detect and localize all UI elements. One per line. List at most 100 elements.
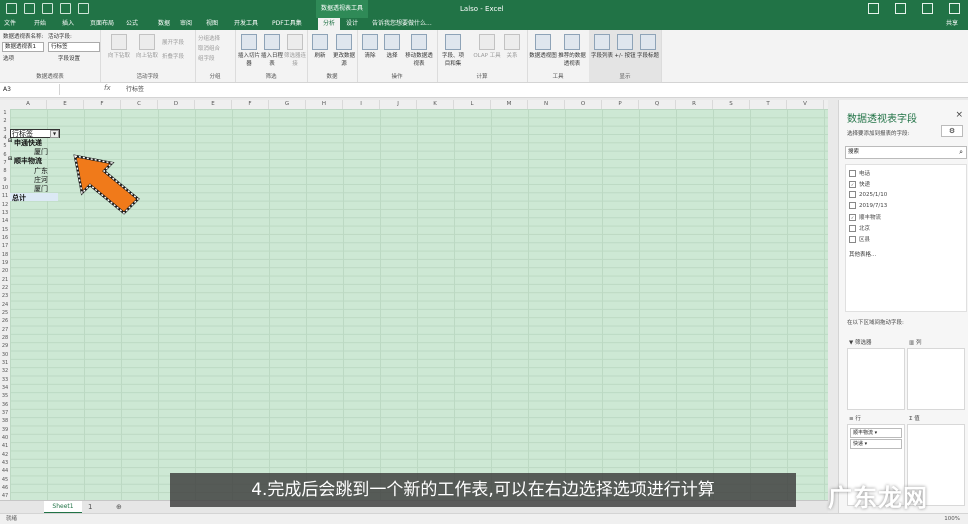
field-item[interactable]: 电话 — [849, 169, 870, 177]
column-header[interactable]: R — [676, 100, 713, 109]
close-icon[interactable] — [949, 3, 960, 14]
field-search-input[interactable]: 搜索 ⌕ — [845, 146, 967, 159]
tab-8[interactable]: 视图 — [206, 18, 218, 30]
tab-12[interactable]: 设计 — [346, 18, 358, 30]
row-header[interactable]: 28 — [0, 334, 10, 342]
row-header[interactable]: 26 — [0, 317, 10, 325]
row-header[interactable]: 12 — [0, 201, 10, 209]
clear-button[interactable]: 清除 — [359, 34, 381, 59]
formula-input[interactable]: 行标签 — [126, 84, 144, 95]
group-selection-button[interactable]: 分组选择 — [198, 34, 220, 42]
row-header[interactable]: 27 — [0, 326, 10, 334]
row-header[interactable]: 43 — [0, 459, 10, 467]
tab-1[interactable]: 文件 — [4, 18, 16, 30]
column-header[interactable]: H — [306, 100, 343, 109]
column-header[interactable]: T — [750, 100, 787, 109]
row-header[interactable]: 36 — [0, 401, 10, 409]
row-header[interactable]: 10 — [0, 184, 10, 192]
field-list-button[interactable]: 字段列表 — [591, 34, 613, 59]
checkbox-icon[interactable] — [849, 225, 856, 232]
row-header[interactable]: 17 — [0, 242, 10, 250]
pivot-item[interactable]: 厦门 — [34, 184, 48, 194]
column-header[interactable]: F — [232, 100, 269, 109]
row-header[interactable]: 14 — [0, 217, 10, 225]
search-icon[interactable]: ⌕ — [959, 147, 963, 158]
row-header[interactable]: 35 — [0, 392, 10, 400]
options-button[interactable]: 选项 — [3, 54, 14, 62]
sheet-tab-1[interactable]: 1 — [88, 501, 92, 513]
row-field-chip[interactable]: 顺丰物流 ▾ — [850, 428, 902, 438]
row-header[interactable]: 11 — [0, 192, 10, 200]
row-header[interactable]: 41 — [0, 442, 10, 450]
fx-icon[interactable]: fx — [104, 84, 111, 92]
row-header[interactable]: 34 — [0, 384, 10, 392]
row-header[interactable]: 24 — [0, 301, 10, 309]
row-header[interactable]: 23 — [0, 292, 10, 300]
column-header[interactable]: E — [47, 100, 84, 109]
active-field-input[interactable]: 行标签 — [48, 42, 100, 52]
column-header[interactable]: F — [84, 100, 121, 109]
row-header[interactable]: 25 — [0, 309, 10, 317]
row-header[interactable]: 30 — [0, 351, 10, 359]
checked-checkbox-icon[interactable]: ✓ — [849, 214, 856, 221]
checkbox-icon[interactable] — [849, 202, 856, 209]
insert-timeline-button[interactable]: 插入日程表 — [260, 34, 284, 67]
column-header[interactable]: L — [454, 100, 491, 109]
column-header[interactable]: K — [417, 100, 454, 109]
share-button[interactable]: 共享 — [946, 18, 958, 30]
row-header[interactable]: 16 — [0, 234, 10, 242]
expand-field-button[interactable]: 展开字段 — [162, 38, 184, 46]
tab-5[interactable]: 公式 — [126, 18, 138, 30]
collapse-field-button[interactable]: 折叠字段 — [162, 52, 184, 60]
field-item[interactable]: ✓ 顺丰物流 — [849, 213, 881, 221]
row-header[interactable]: 20 — [0, 267, 10, 275]
field-headers-button[interactable]: 字段标题 — [637, 34, 659, 59]
name-box[interactable]: A3 — [0, 84, 60, 95]
move-pivot-button[interactable]: 移动数据透视表 — [403, 34, 435, 67]
redo-icon[interactable] — [42, 3, 53, 14]
minimize-icon[interactable] — [895, 3, 906, 14]
checked-checkbox-icon[interactable]: ✓ — [849, 181, 856, 188]
column-header[interactable]: M — [491, 100, 528, 109]
row-field-chip[interactable]: 快递 ▾ — [850, 439, 902, 449]
collapse-icon[interactable]: ⊟ — [8, 156, 12, 162]
tab-10[interactable]: PDF工具集 — [272, 18, 302, 30]
column-header[interactable]: N — [528, 100, 565, 109]
row-header[interactable]: 8 — [0, 167, 10, 175]
field-item[interactable]: 北京 — [849, 224, 870, 232]
row-header[interactable]: 18 — [0, 251, 10, 259]
select-button[interactable]: 选择 — [381, 34, 403, 59]
row-header[interactable]: 39 — [0, 426, 10, 434]
pivot-name-input[interactable]: 数据透视表1 — [2, 42, 44, 52]
column-header[interactable]: S — [713, 100, 750, 109]
checkbox-icon[interactable] — [849, 236, 856, 243]
tab-2[interactable]: 开始 — [34, 18, 46, 30]
tab-7[interactable]: 审阅 — [180, 18, 192, 30]
tab-9[interactable]: 开发工具 — [234, 18, 258, 30]
row-header[interactable]: 9 — [0, 176, 10, 184]
row-header[interactable]: 32 — [0, 367, 10, 375]
drill-up-button[interactable]: 向上钻取 — [132, 34, 162, 59]
filter-dropdown-icon[interactable]: ▼ — [50, 130, 59, 138]
row-header[interactable]: 2 — [0, 117, 10, 125]
column-header[interactable]: D — [158, 100, 195, 109]
row-header[interactable]: 44 — [0, 467, 10, 475]
column-header[interactable]: V — [787, 100, 824, 109]
close-icon[interactable]: × — [955, 110, 963, 120]
row-header[interactable]: 29 — [0, 342, 10, 350]
add-sheet-icon[interactable]: ⊕ — [116, 501, 122, 513]
checkbox-icon[interactable] — [849, 191, 856, 198]
column-header[interactable]: I — [343, 100, 380, 109]
refresh-button[interactable]: 刷新 — [309, 34, 331, 59]
column-header[interactable]: O — [565, 100, 602, 109]
row-header[interactable]: 31 — [0, 359, 10, 367]
row-header[interactable]: 33 — [0, 376, 10, 384]
undo-icon[interactable] — [24, 3, 35, 14]
row-header[interactable]: 46 — [0, 484, 10, 492]
olap-tools-button[interactable]: OLAP 工具 — [473, 34, 501, 59]
field-item[interactable]: 2019/7/13 — [849, 202, 887, 209]
row-header[interactable]: 42 — [0, 451, 10, 459]
row-header[interactable]: 19 — [0, 259, 10, 267]
row-header[interactable]: 3 — [0, 126, 10, 134]
relationships-button[interactable]: 关系 — [501, 34, 523, 59]
